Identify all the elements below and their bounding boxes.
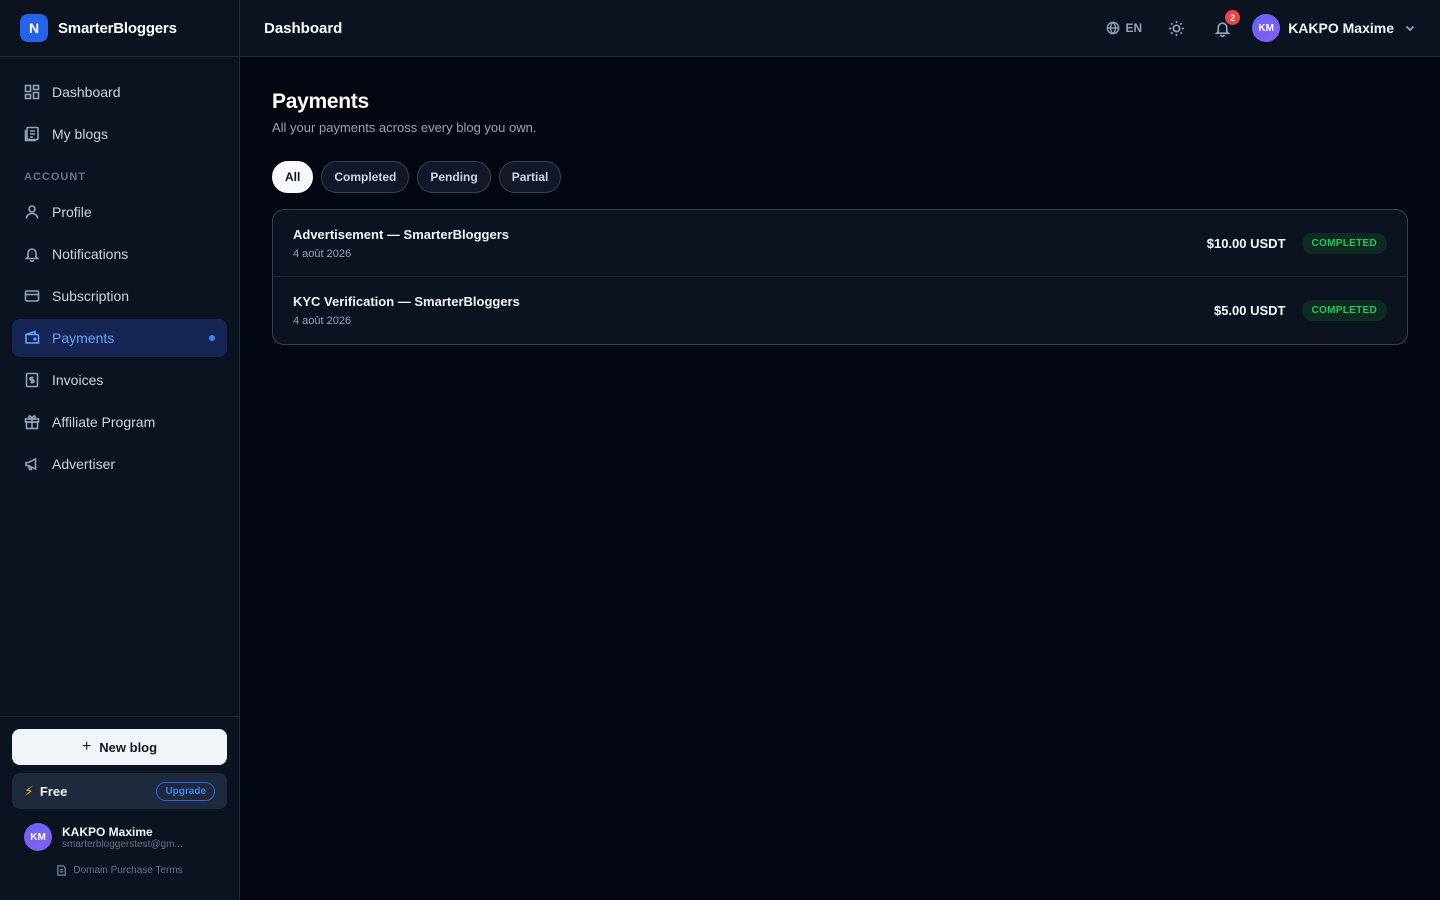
payment-info: KYC Verification — SmarterBloggers 4 aoû… xyxy=(293,294,1214,327)
sidebar-item-label: Affiliate Program xyxy=(52,414,156,430)
avatar: KM xyxy=(24,823,52,851)
language-label: EN xyxy=(1125,21,1143,35)
card-icon xyxy=(24,290,40,302)
payment-date: 4 août 2026 xyxy=(293,315,352,327)
sidebar-item-invoices[interactable]: Invoices xyxy=(12,361,227,399)
user-info: KAKPO Maxime smarterbloggerstest@gm... xyxy=(62,825,194,850)
filter-partial[interactable]: Partial xyxy=(498,161,562,193)
page-subtitle: All your payments across every blog you … xyxy=(272,120,537,135)
sidebar-item-affiliate-program[interactable]: Affiliate Program xyxy=(12,403,227,441)
filter-completed[interactable]: Completed xyxy=(321,161,410,193)
terms-label: Domain Purchase Terms xyxy=(73,865,183,876)
wallet-icon xyxy=(25,330,40,344)
payment-date: 4 août 2026 xyxy=(293,247,352,260)
sidebar-item-label: Subscription xyxy=(52,288,130,304)
payment-row[interactable]: Advertisement — SmarterBloggers 4 août 2… xyxy=(273,210,1407,277)
payment-amount: $10.00 USDT xyxy=(1206,235,1286,251)
sidebar-nav: Dashboard My blogs ACCOUNT Profile Notif… xyxy=(0,57,239,483)
sidebar-item-subscription[interactable]: Subscription xyxy=(12,277,227,315)
sidebar: N SmarterBloggers Dashboard My blogs ACC… xyxy=(0,0,240,900)
user-icon xyxy=(25,205,39,219)
user-email: smarterbloggerstest@gm... xyxy=(62,838,183,850)
main-content: Payments All your payments across every … xyxy=(272,90,1408,345)
header-user-name: KAKPO Maxime xyxy=(1288,20,1394,36)
payment-amount: $5.00 USDT xyxy=(1213,303,1286,318)
sidebar-item-label: Profile xyxy=(52,204,92,220)
blogs-icon xyxy=(24,126,39,142)
plus-icon: + xyxy=(81,738,92,755)
brand-logo: N xyxy=(20,14,48,42)
page-title: Payments xyxy=(272,90,369,113)
sidebar-item-label: Dashboard xyxy=(52,84,121,100)
bolt-icon: ⚡ xyxy=(24,782,34,799)
sidebar-item-label: My blogs xyxy=(52,126,109,142)
payments-list: Advertisement — SmarterBloggers 4 août 2… xyxy=(272,209,1408,345)
sidebar-item-my-blogs[interactable]: My blogs xyxy=(12,115,227,153)
gift-icon xyxy=(24,415,40,430)
sidebar-item-label: Notifications xyxy=(52,246,129,262)
sidebar-item-label: Invoices xyxy=(52,372,104,388)
upgrade-button[interactable]: Upgrade xyxy=(156,781,215,801)
chevron-down-icon xyxy=(1405,25,1415,32)
notification-badge: 2 xyxy=(1225,10,1241,25)
top-bar: Dashboard EN 2 KM KAKPO Maxime xyxy=(240,0,1440,57)
language-switcher[interactable]: EN xyxy=(1106,21,1143,35)
avatar: KM xyxy=(1252,14,1281,42)
megaphone-icon xyxy=(25,457,37,471)
sun-icon xyxy=(1168,20,1184,36)
sidebar-item-notifications[interactable]: Notifications xyxy=(12,235,227,273)
dashboard-icon xyxy=(24,84,40,100)
globe-icon xyxy=(1106,21,1119,35)
brand[interactable]: N SmarterBloggers xyxy=(0,0,239,57)
active-indicator xyxy=(209,335,215,341)
payment-title: Advertisement — SmarterBloggers xyxy=(293,226,510,242)
sidebar-item-label: Advertiser xyxy=(52,456,116,472)
domain-terms-link[interactable]: Domain Purchase Terms xyxy=(12,865,227,876)
payment-info: Advertisement — SmarterBloggers 4 août 2… xyxy=(293,227,1207,260)
payment-filters: All Completed Pending Partial xyxy=(272,161,1408,193)
sidebar-footer: + New blog ⚡ Free Upgrade KM KAKPO Maxim… xyxy=(0,716,239,900)
sidebar-item-label: Payments xyxy=(52,330,115,346)
bell-icon xyxy=(24,248,40,262)
sidebar-item-profile[interactable]: Profile xyxy=(12,193,227,231)
user-menu[interactable]: KM KAKPO Maxime xyxy=(1252,14,1416,42)
filter-all[interactable]: All xyxy=(272,161,314,193)
payment-row[interactable]: KYC Verification — SmarterBloggers 4 aoû… xyxy=(273,277,1407,344)
notifications-button[interactable]: 2 xyxy=(1210,10,1241,40)
sidebar-user-card[interactable]: KM KAKPO Maxime smarterbloggerstest@gm..… xyxy=(12,823,227,851)
payment-title: KYC Verification — SmarterBloggers xyxy=(293,294,520,309)
header-actions: EN 2 KM KAKPO Maxime xyxy=(1106,10,1416,42)
brand-name: SmarterBloggers xyxy=(58,19,177,37)
theme-toggle-button[interactable] xyxy=(1164,16,1188,40)
filter-pending[interactable]: Pending xyxy=(417,161,491,193)
plan-box: ⚡ Free Upgrade xyxy=(12,773,227,809)
new-blog-button[interactable]: + New blog xyxy=(12,729,227,765)
sidebar-item-dashboard[interactable]: Dashboard xyxy=(12,73,227,111)
user-name: KAKPO Maxime xyxy=(62,824,153,839)
status-badge: COMPLETED xyxy=(1301,300,1387,321)
document-icon xyxy=(57,865,67,876)
status-badge: COMPLETED xyxy=(1301,232,1387,254)
sidebar-item-advertiser[interactable]: Advertiser xyxy=(12,445,227,483)
plan-label: Free xyxy=(39,783,68,799)
header-title: Dashboard xyxy=(264,19,343,37)
new-blog-label: New blog xyxy=(99,739,158,755)
sidebar-item-payments[interactable]: Payments xyxy=(12,319,227,357)
sidebar-section-account: ACCOUNT xyxy=(24,171,86,183)
invoice-icon xyxy=(25,372,39,388)
